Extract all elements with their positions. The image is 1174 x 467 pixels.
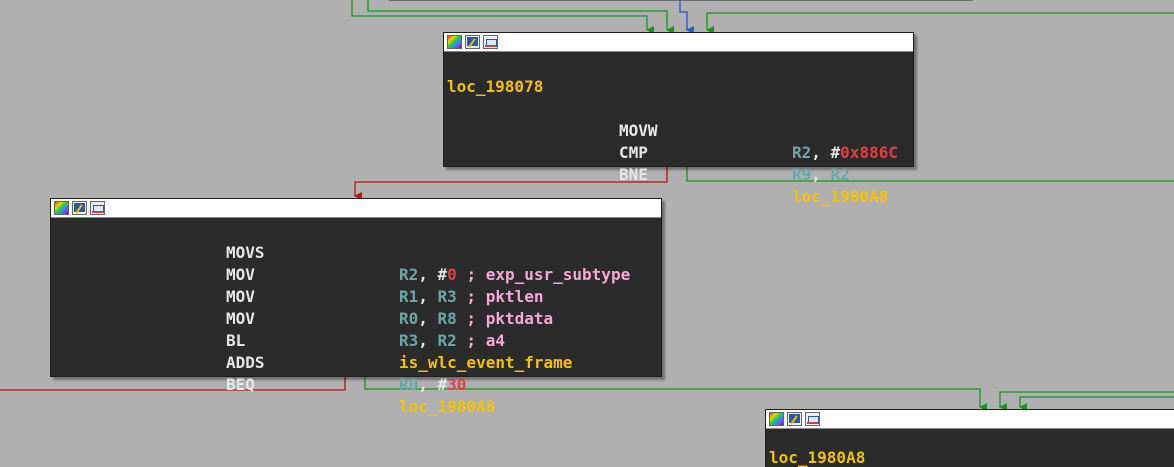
- edge-in-n3-b: [999, 391, 1174, 411]
- instruction-line[interactable]: CMP R9, R2: [447, 120, 913, 184]
- rename-pencil-icon[interactable]: [72, 201, 87, 215]
- graph-overview-icon[interactable]: [805, 412, 820, 426]
- register: R2: [830, 165, 850, 184]
- instruction-line[interactable]: BNE loc_1980A8: [447, 142, 913, 206]
- block-label[interactable]: loc_1980A8: [769, 448, 865, 467]
- code-block-is-wlc-call[interactable]: MOVS R2, #0 ; exp_usr_subtype MOV R1, R3…: [50, 198, 662, 416]
- edge-in-3: [706, 12, 1174, 34]
- mnemonic: BEQ: [226, 375, 255, 394]
- mnemonic: BNE: [619, 165, 648, 184]
- branch-target[interactable]: loc_1980A8: [792, 187, 888, 206]
- color-palette-icon[interactable]: [447, 35, 462, 49]
- instruction-line[interactable]: ADDS R0, #30: [54, 330, 661, 394]
- immediate: 30: [447, 375, 467, 394]
- color-palette-icon[interactable]: [54, 201, 69, 215]
- node-header: [766, 410, 1174, 429]
- rename-pencil-icon[interactable]: [787, 412, 802, 426]
- branch-target[interactable]: loc_1980A8: [399, 397, 495, 416]
- edge-in-n3-c: [1019, 396, 1174, 411]
- block-label[interactable]: loc_198078: [447, 77, 543, 96]
- graph-overview-icon[interactable]: [483, 35, 498, 49]
- instruction-line[interactable]: MOV R1, R3 ; pktlen: [54, 242, 661, 306]
- register: R9: [792, 165, 812, 184]
- node-header: [444, 33, 913, 52]
- code-block-loc-198078[interactable]: loc_198078 MOVW R2, #0x886C CMP R9, R2 B…: [443, 32, 914, 206]
- edge-in-blue: [679, 0, 694, 34]
- graph-overview-icon[interactable]: [90, 201, 105, 215]
- node-header: [51, 199, 661, 218]
- rename-pencil-icon[interactable]: [465, 35, 480, 49]
- instruction-line[interactable]: MOV R3, R2 ; a4: [54, 286, 661, 350]
- instruction-line[interactable]: MOV R0, R8 ; pktdata: [54, 264, 661, 328]
- instruction-line[interactable]: MOVS R2, #0 ; exp_usr_subtype: [54, 220, 661, 284]
- edge-n2-false: [0, 376, 346, 391]
- instruction-line[interactable]: BEQ loc_1980A8: [54, 352, 661, 416]
- instruction-line[interactable]: MOVW R2, #0x886C: [447, 98, 913, 162]
- edge-in-1: [351, 0, 654, 34]
- edge-in-2: [367, 0, 674, 34]
- instruction-line[interactable]: BL is_wlc_event_frame: [54, 308, 661, 372]
- register: R0: [399, 375, 419, 394]
- code-block-loc-1980a8[interactable]: loc_1980A8: [765, 409, 1174, 467]
- color-palette-icon[interactable]: [769, 412, 784, 426]
- edge-n1-true: [686, 166, 1174, 182]
